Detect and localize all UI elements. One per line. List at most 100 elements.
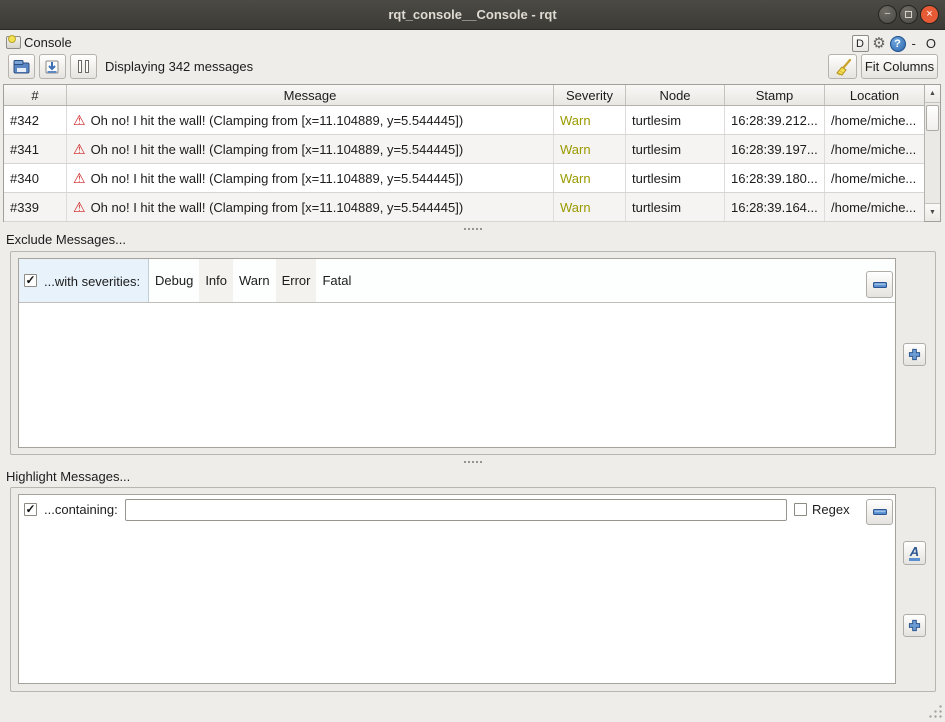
save-file-icon [44, 59, 61, 75]
regex-label: Regex [812, 502, 850, 517]
column-header-stamp[interactable]: Stamp [725, 85, 825, 105]
remove-highlight-filter-button[interactable] [866, 499, 893, 525]
column-header-number[interactable]: # [4, 85, 67, 105]
fit-columns-label: Fit Columns [865, 59, 934, 74]
remove-exclude-filter-button[interactable] [866, 271, 893, 298]
splitter-grip [464, 228, 482, 230]
cell-stamp: 16:28:39.212... [725, 106, 825, 134]
help-icon[interactable]: ? [890, 36, 906, 52]
message-count-status: Displaying 342 messages [105, 59, 253, 74]
dock-title-area: Console [6, 35, 72, 50]
exclude-section-label: Exclude Messages... [6, 232, 126, 247]
titlebar[interactable]: rqt_console__Console - rqt − × [0, 0, 945, 30]
cell-stamp: 16:28:39.164... [725, 193, 825, 221]
pause-icon [78, 60, 89, 73]
severity-filter-cell: ✓ ...with severities: [19, 259, 149, 302]
cell-stamp: 16:28:39.180... [725, 164, 825, 192]
cell-location: /home/miche... [825, 106, 924, 134]
cell-severity: Warn [554, 193, 626, 221]
severity-item-fatal[interactable]: Fatal [316, 259, 357, 302]
containing-filter-label: ...containing: [44, 502, 118, 517]
minimize-icon: − [884, 9, 890, 20]
minimize-button[interactable]: − [878, 5, 897, 24]
cell-severity: Warn [554, 135, 626, 163]
table-row[interactable]: #340 ⚠ Oh no! I hit the wall! (Clamping … [4, 164, 924, 193]
cell-number: #339 [4, 193, 67, 221]
column-header-message[interactable]: Message [67, 85, 554, 105]
table-scrollbar[interactable]: ▲ ▼ [924, 85, 940, 221]
dock-collapse-button[interactable]: - [908, 36, 920, 51]
load-messages-button[interactable] [8, 54, 35, 79]
close-icon: × [926, 9, 932, 20]
save-messages-button[interactable] [39, 54, 66, 79]
message-text: Oh no! I hit the wall! (Clamping from [x… [91, 113, 464, 128]
cell-number: #340 [4, 164, 67, 192]
exclude-filter-list: ✓ ...with severities: Debug Info Warn Er… [18, 258, 896, 448]
message-table: # Message Severity Node Stamp Location #… [3, 84, 941, 222]
dock-float-button[interactable]: O [922, 36, 940, 51]
message-text: Oh no! I hit the wall! (Clamping from [x… [91, 171, 464, 186]
cell-stamp: 16:28:39.197... [725, 135, 825, 163]
column-header-location[interactable]: Location [825, 85, 924, 105]
dock-title: Console [24, 35, 72, 50]
severity-filter-label: ...with severities: [44, 274, 140, 289]
settings-gear-icon[interactable]: ⚙ [871, 35, 888, 52]
cell-message: ⚠ Oh no! I hit the wall! (Clamping from … [67, 193, 554, 221]
add-exclude-filter-button[interactable] [903, 343, 926, 366]
toolbar: Displaying 342 messages Fit Columns [0, 54, 945, 80]
table-row[interactable]: #342 ⚠ Oh no! I hit the wall! (Clamping … [4, 106, 924, 135]
regex-checkbox[interactable] [794, 503, 807, 516]
highlight-a-icon: A [909, 546, 920, 561]
window-resize-grip[interactable] [927, 703, 942, 718]
scroll-down-button[interactable]: ▼ [925, 203, 940, 221]
table-row[interactable]: #339 ⚠ Oh no! I hit the wall! (Clamping … [4, 193, 924, 222]
severity-item-info[interactable]: Info [199, 259, 233, 302]
severity-item-error[interactable]: Error [276, 259, 317, 302]
highlight-filter-group: ✓ ...containing: Regex [10, 487, 936, 692]
cell-number: #341 [4, 135, 67, 163]
clear-messages-button[interactable] [828, 54, 857, 79]
plus-icon [908, 348, 921, 361]
severity-item-warn[interactable]: Warn [233, 259, 276, 302]
containing-filter-input[interactable] [125, 499, 787, 521]
cell-node: turtlesim [626, 135, 725, 163]
scroll-down-icon: ▼ [929, 209, 936, 216]
dock-d-button[interactable]: D [852, 35, 869, 52]
cell-message: ⚠ Oh no! I hit the wall! (Clamping from … [67, 164, 554, 192]
scrollbar-thumb[interactable] [926, 105, 939, 131]
maximize-icon [905, 11, 912, 18]
scroll-up-button[interactable]: ▲ [925, 85, 940, 103]
severity-item-debug[interactable]: Debug [149, 259, 199, 302]
dock-header: Console D ⚙ ? - O [0, 32, 945, 56]
minus-icon [873, 282, 887, 288]
message-text: Oh no! I hit the wall! (Clamping from [x… [91, 200, 464, 215]
add-highlight-filter-button[interactable] [903, 614, 926, 637]
highlight-section-label: Highlight Messages... [6, 469, 130, 484]
column-header-node[interactable]: Node [626, 85, 725, 105]
maximize-button[interactable] [899, 5, 918, 24]
highlight-mode-button[interactable]: A [903, 541, 926, 565]
cell-severity: Warn [554, 106, 626, 134]
window-controls: − × [878, 5, 939, 24]
cell-location: /home/miche... [825, 164, 924, 192]
severity-filter-checkbox[interactable]: ✓ [24, 274, 37, 287]
severity-list: Debug Info Warn Error Fatal [149, 259, 357, 302]
table-row[interactable]: #341 ⚠ Oh no! I hit the wall! (Clamping … [4, 135, 924, 164]
broom-icon [834, 58, 852, 76]
column-header-severity[interactable]: Severity [554, 85, 626, 105]
scroll-up-icon: ▲ [929, 90, 936, 97]
splitter-handle[interactable] [0, 459, 945, 465]
load-file-icon [13, 59, 30, 75]
warning-icon: ⚠ [73, 200, 86, 214]
warning-icon: ⚠ [73, 113, 86, 127]
window-title: rqt_console__Console - rqt [388, 7, 556, 22]
cell-node: turtlesim [626, 193, 725, 221]
cell-location: /home/miche... [825, 193, 924, 221]
pause-button[interactable] [70, 54, 97, 79]
fit-columns-button[interactable]: Fit Columns [861, 54, 938, 79]
containing-filter-row[interactable]: ✓ ...containing: Regex [19, 495, 895, 525]
severity-filter-row[interactable]: ✓ ...with severities: Debug Info Warn Er… [19, 259, 895, 303]
close-button[interactable]: × [920, 5, 939, 24]
splitter-handle[interactable] [0, 226, 945, 232]
containing-filter-checkbox[interactable]: ✓ [24, 503, 37, 516]
